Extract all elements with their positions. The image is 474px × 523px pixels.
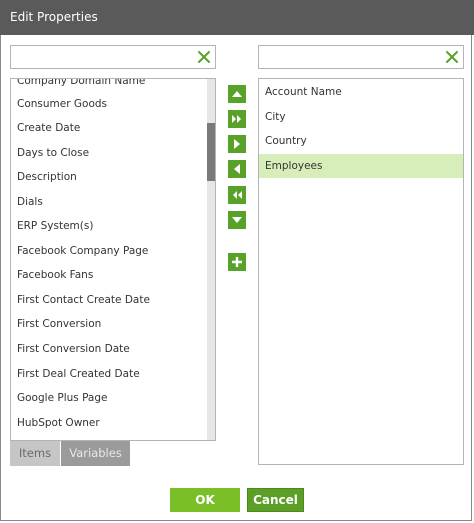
dialog-titlebar: Edit Properties <box>0 0 474 35</box>
triangle-down-icon <box>232 217 242 223</box>
move-all-right-button[interactable] <box>228 110 246 128</box>
clear-available-search-icon[interactable] <box>197 50 211 64</box>
list-item[interactable]: First Contact Create Date <box>11 288 207 312</box>
double-chevron-left-icon <box>233 191 242 199</box>
list-item[interactable]: Consumer Goods <box>11 92 207 116</box>
list-item[interactable]: ERP System(s) <box>11 214 207 238</box>
available-properties-list[interactable]: Company Domain Name Consumer Goods Creat… <box>10 78 216 441</box>
list-item[interactable]: First Deal Created Date <box>11 362 207 386</box>
add-item-button[interactable] <box>228 253 246 271</box>
list-item[interactable]: Create Date <box>11 116 207 140</box>
double-chevron-right-icon <box>232 115 241 123</box>
triangle-right-icon <box>234 139 240 149</box>
tab-items[interactable]: Items <box>10 441 60 466</box>
list-item[interactable]: Account Name <box>259 80 463 104</box>
clear-selected-search-icon[interactable] <box>445 50 459 64</box>
selected-search-input[interactable] <box>263 49 437 65</box>
list-item[interactable]: Company Domain Name <box>11 79 207 93</box>
move-up-button[interactable] <box>228 85 246 103</box>
plus-icon <box>232 257 242 267</box>
available-search-box <box>10 45 216 69</box>
tab-variables[interactable]: Variables <box>61 441 130 466</box>
available-list-scrollbar[interactable] <box>207 79 215 440</box>
list-item-selected[interactable]: Employees <box>259 154 463 178</box>
list-item[interactable]: Days to Close <box>11 141 207 165</box>
list-item[interactable]: Facebook Fans <box>11 263 207 287</box>
list-item[interactable]: Google Plus Page <box>11 386 207 410</box>
selected-properties-list[interactable]: Account Name City Country Employees <box>258 78 464 465</box>
available-list-scrollbar-thumb[interactable] <box>207 123 215 181</box>
ok-button[interactable]: OK <box>170 488 240 512</box>
dialog-title: Edit Properties <box>10 10 98 24</box>
list-item[interactable]: Country <box>259 129 463 153</box>
triangle-left-icon <box>234 164 240 174</box>
move-all-left-button[interactable] <box>228 186 246 204</box>
list-item[interactable]: Description <box>11 165 207 189</box>
move-left-button[interactable] <box>228 160 246 178</box>
available-search-input[interactable] <box>15 49 189 65</box>
triangle-up-icon <box>232 91 242 97</box>
list-item[interactable]: City <box>259 105 463 129</box>
move-right-button[interactable] <box>228 135 246 153</box>
list-item[interactable]: Dials <box>11 190 207 214</box>
cancel-button[interactable]: Cancel <box>247 488 304 512</box>
list-item[interactable]: Facebook Company Page <box>11 239 207 263</box>
move-down-button[interactable] <box>228 211 246 229</box>
list-item[interactable]: First Conversion Date <box>11 337 207 361</box>
list-item[interactable]: First Conversion <box>11 312 207 336</box>
selected-search-box <box>258 45 464 69</box>
list-item[interactable]: HubSpot Owner <box>11 411 207 435</box>
